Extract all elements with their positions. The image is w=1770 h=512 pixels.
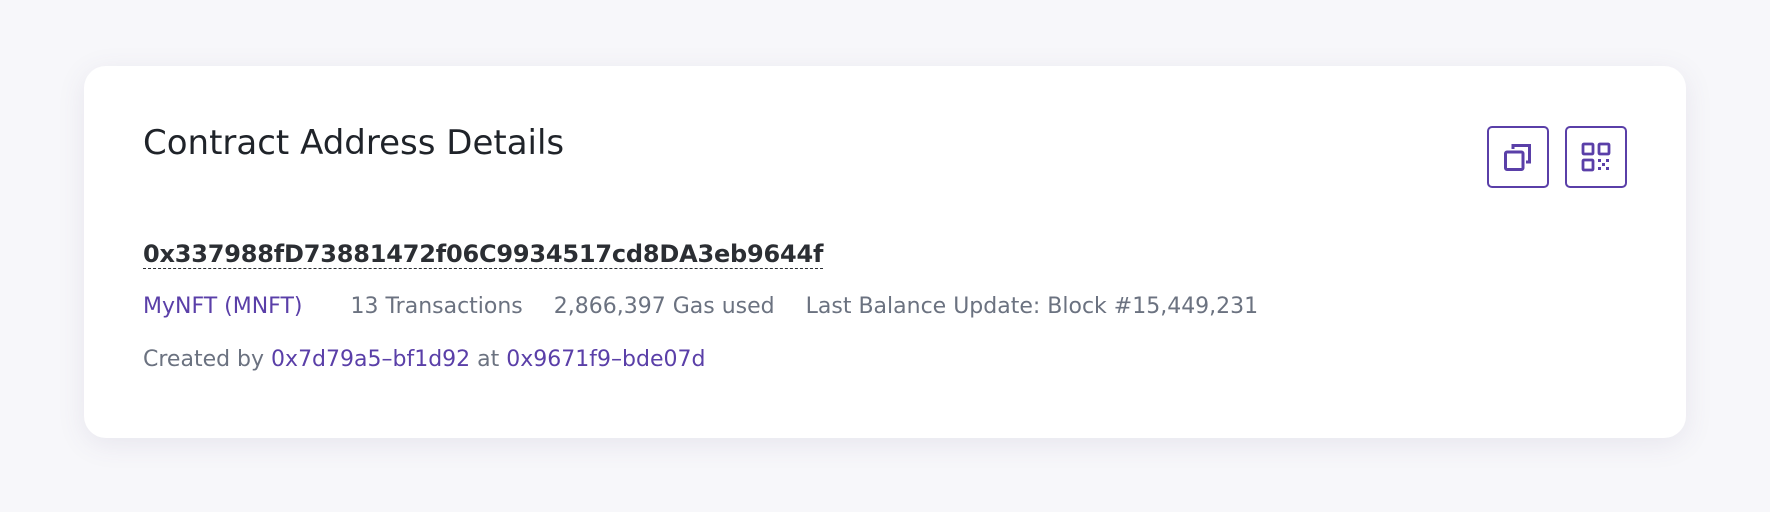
created-by-row: Created by 0x7d79a5–bf1d92 at 0x9671f9–b…: [143, 347, 705, 372]
last-balance-update: Last Balance Update: Block #15,449,231: [805, 294, 1259, 319]
creation-tx-link[interactable]: 0x9671f9–bde07d: [506, 347, 705, 372]
qr-code-button[interactable]: [1565, 126, 1627, 188]
contract-meta-row: MyNFT (MNFT) 13 Transactions 2,866,397 G…: [143, 294, 1258, 319]
contract-address-card: Contract Address Details 0x337988fD73881…: [84, 66, 1686, 438]
contract-address[interactable]: 0x337988fD73881472f06C9934517cd8DA3eb964…: [143, 240, 823, 268]
at-label: at: [477, 347, 500, 372]
token-link[interactable]: MyNFT (MNFT): [143, 294, 302, 319]
creator-address-link[interactable]: 0x7d79a5–bf1d92: [271, 347, 470, 372]
card-actions: [1487, 126, 1627, 188]
copy-icon: [1503, 142, 1533, 172]
created-by-label: Created by: [143, 347, 265, 372]
transactions-count: 13 Transactions: [350, 294, 523, 319]
qr-code-icon: [1581, 142, 1611, 172]
copy-button[interactable]: [1487, 126, 1549, 188]
page-title: Contract Address Details: [143, 123, 565, 163]
gas-used: 2,866,397 Gas used: [553, 294, 775, 319]
